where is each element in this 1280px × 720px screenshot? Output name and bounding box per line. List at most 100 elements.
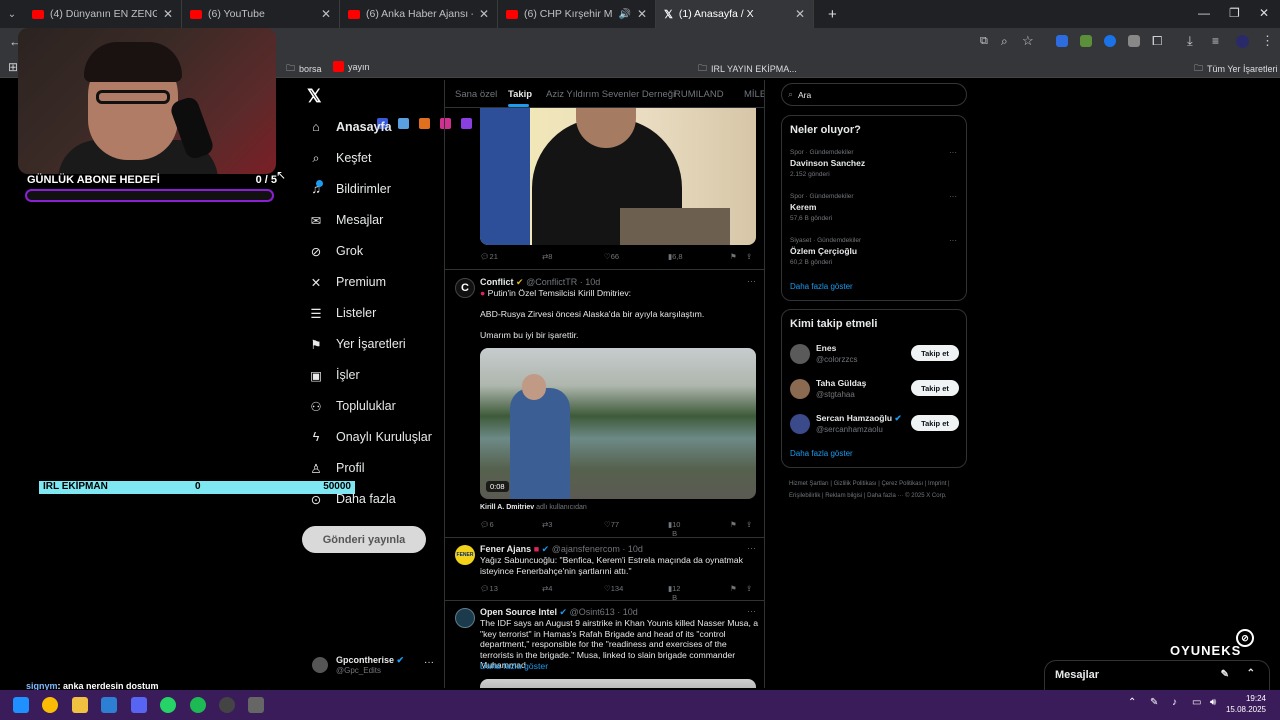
show-more-link[interactable]: Daha fazla göster xyxy=(480,661,548,672)
more-icon[interactable]: ··· xyxy=(949,192,957,201)
puzzle-icon[interactable]: ⧠ xyxy=(1152,33,1162,49)
reply-button[interactable]: 💬︎ 21 xyxy=(480,252,498,261)
account-switcher[interactable]: Gpcontherise ✔ @Gpc_Edits ··· xyxy=(312,655,436,679)
tab-search-icon[interactable]: ⌄ xyxy=(0,0,24,28)
profile-avatar[interactable] xyxy=(1236,35,1249,48)
bookmark-borsa[interactable]: 🗀 borsa xyxy=(286,61,322,77)
browser-tab[interactable]: (6) YouTube ✕ xyxy=(182,0,340,28)
more-icon[interactable]: ··· xyxy=(949,148,957,157)
windows-start-icon[interactable] xyxy=(13,697,29,713)
network-icon[interactable]: ▭ xyxy=(1192,697,1201,708)
browser-tab[interactable]: (6) CHP Kırşehir Mitingi Car 🔊 ✕ xyxy=(498,0,656,28)
steam-icon[interactable] xyxy=(101,697,117,713)
extension-icon[interactable] xyxy=(1056,35,1068,47)
x-logo-icon[interactable]: 𝕏 xyxy=(307,86,322,107)
browser-tab[interactable]: (4) Dünyanın EN ZENGİN ÜLKES ✕ xyxy=(24,0,182,28)
app-icon[interactable] xyxy=(248,697,264,713)
more-icon[interactable]: ··· xyxy=(424,657,434,668)
trend-item[interactable]: Spor · Gündemdekiler Kerem 57,6 B gönder… xyxy=(782,188,966,228)
extension-icon[interactable] xyxy=(1128,35,1140,47)
reading-list-icon[interactable]: ≡ xyxy=(1212,34,1219,48)
follow-button[interactable]: Takip et xyxy=(911,380,959,396)
share-icon[interactable]: ⇪ xyxy=(746,520,752,529)
taskbar-clock[interactable]: 19:24 15.08.2025 xyxy=(1226,693,1266,715)
mic-icon[interactable]: ♪ xyxy=(1172,697,1177,708)
retweet-button[interactable]: ⇄ 3 xyxy=(542,520,552,529)
tweet[interactable]: Open Source Intel ✔ @Osint613 · 10d ··· … xyxy=(445,601,764,688)
like-button[interactable]: ♡ 134 xyxy=(604,584,623,593)
bookmark-icon[interactable] xyxy=(398,118,409,129)
bookmark-icon[interactable]: ⚑ xyxy=(730,252,737,261)
cast-icon[interactable]: ⧉ xyxy=(980,35,988,48)
bookmark-icon[interactable]: ⚑ xyxy=(730,584,737,593)
apps-icon[interactable]: ⊞ xyxy=(8,60,18,74)
menu-icon[interactable]: ⋮ xyxy=(1261,33,1274,49)
follow-item[interactable]: Sercan Hamzaoğlu ✔ @sercanhamzaolu Takip… xyxy=(782,410,966,440)
nav-lists[interactable]: ☰ Listeler xyxy=(308,305,376,321)
close-tab-icon[interactable]: ✕ xyxy=(637,7,647,21)
tweet[interactable]: FENER Fener Ajans ■ ✔ @ajansfenercom · 1… xyxy=(445,538,764,602)
star-icon[interactable]: ☆ xyxy=(1022,33,1034,49)
avatar[interactable] xyxy=(455,608,475,628)
tweet-video[interactable]: 0:08 xyxy=(480,348,756,499)
new-message-icon[interactable]: ✎ xyxy=(1221,669,1229,680)
spotify-icon[interactable] xyxy=(190,697,206,713)
views-button[interactable]: ▮ 6,8 xyxy=(668,252,683,261)
nav-verified-orgs[interactable]: ϟ Onaylı Kuruluşlar xyxy=(308,429,432,445)
bookmark-icon[interactable]: ⚑ xyxy=(730,520,737,529)
tweet[interactable]: 💬︎ 21 ⇄ 8 ♡ 66 ▮ 6,8 ⚑ ⇪ xyxy=(445,108,764,270)
share-icon[interactable]: ⇪ xyxy=(746,584,752,593)
pen-icon[interactable]: ✎ xyxy=(1150,697,1158,708)
bookmark-yayin[interactable]: yayın xyxy=(333,61,370,72)
chrome-icon[interactable] xyxy=(42,697,58,713)
download-icon[interactable]: ⤓ xyxy=(1187,33,1193,49)
more-icon[interactable]: ··· xyxy=(747,543,756,553)
extension-icon[interactable] xyxy=(1104,35,1116,47)
avatar[interactable]: FENER xyxy=(455,545,475,565)
bookmark-icon[interactable] xyxy=(419,118,430,129)
discord-icon[interactable] xyxy=(131,697,147,713)
browser-tab[interactable]: (6) Anka Haber Ajansı - YouTub ✕ xyxy=(340,0,498,28)
speaker-icon[interactable]: 🔊 xyxy=(618,9,630,20)
nav-more[interactable]: ⊙ Daha fazla xyxy=(308,491,396,507)
tray-chevron-icon[interactable]: ⌃ xyxy=(1128,697,1136,708)
tab-list[interactable]: Aziz Yıldırım Sevenler Derneği xyxy=(546,89,675,100)
follow-item[interactable]: Taha Güldaş @stgtahaa Takip et xyxy=(782,375,966,405)
more-icon[interactable]: ··· xyxy=(747,276,756,286)
nav-explore[interactable]: ⌕ Keşfet xyxy=(308,150,371,166)
all-bookmarks[interactable]: 🗀 Tüm Yer İşaretleri xyxy=(1194,61,1278,77)
tab-list[interactable]: RUMILAND xyxy=(674,89,724,100)
new-tab-button[interactable]: + xyxy=(828,6,837,23)
zoom-icon[interactable]: ⌕ xyxy=(1001,34,1008,49)
bookmark-folder-irl[interactable]: 🗀 IRL YAYIN EKİPMA... xyxy=(698,61,797,77)
tab-for-you[interactable]: Sana özel xyxy=(455,89,497,100)
tweet-image[interactable] xyxy=(480,108,756,245)
whatsapp-icon[interactable] xyxy=(160,697,176,713)
follow-button[interactable]: Takip et xyxy=(911,345,959,361)
app-icon[interactable] xyxy=(219,697,235,713)
nav-premium[interactable]: ✕ Premium xyxy=(308,274,386,290)
more-icon[interactable]: ··· xyxy=(949,236,957,245)
follow-show-more[interactable]: Daha fazla göster xyxy=(790,449,853,458)
close-window-icon[interactable]: ✕ xyxy=(1259,6,1269,20)
close-tab-icon[interactable]: ✕ xyxy=(321,7,331,21)
nav-profile[interactable]: ♙ Profil xyxy=(308,460,364,476)
nav-communities[interactable]: ⚇ Topluluklar xyxy=(308,398,395,414)
share-icon[interactable]: ⇪ xyxy=(746,252,752,261)
browser-tab-active[interactable]: 𝕏 (1) Anasayfa / X ✕ xyxy=(656,0,814,28)
expand-icon[interactable]: ⌃ xyxy=(1247,668,1255,679)
trend-item[interactable]: Siyaset · Gündemdekiler Özlem Çerçioğlu … xyxy=(782,232,966,272)
volume-icon[interactable]: 🔊︎ xyxy=(1210,697,1216,708)
extension-icon[interactable] xyxy=(1080,35,1092,47)
avatar[interactable]: C xyxy=(455,278,475,298)
search-input[interactable]: ⌕ Ara xyxy=(781,83,967,106)
views-button[interactable]: ▮ 10 B xyxy=(668,520,680,538)
reply-button[interactable]: 💬︎ 13 xyxy=(480,584,498,593)
file-explorer-icon[interactable] xyxy=(72,697,88,713)
footer-links[interactable]: Hizmet Şartları | Gizlilik Politikası | … xyxy=(789,478,967,502)
maximize-icon[interactable]: ❐ xyxy=(1229,6,1240,20)
close-tab-icon[interactable]: ✕ xyxy=(795,7,805,21)
close-tab-icon[interactable]: ✕ xyxy=(479,7,489,21)
trend-item[interactable]: Spor · Gündemdekiler Davinson Sanchez 2.… xyxy=(782,144,966,184)
messages-drawer[interactable]: Mesajlar ✎ ⌃ xyxy=(1044,660,1270,690)
